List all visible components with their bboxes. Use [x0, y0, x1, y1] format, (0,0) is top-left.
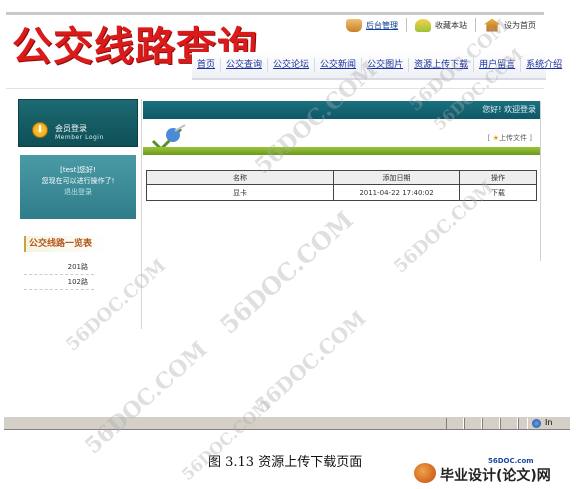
divider: [6, 88, 544, 89]
status-cell: [518, 418, 528, 429]
logout-link[interactable]: 退出登录: [20, 187, 136, 198]
column-date: 添加日期: [333, 170, 460, 185]
watermark: 56DOC.COM: [178, 394, 275, 485]
table-row: 显卡 2011-04-22 17:40:02 下载: [146, 184, 537, 201]
member-login-header: 会员登录 Member Login: [18, 99, 138, 147]
file-date: 2011-04-22 17:40:02: [333, 184, 460, 201]
greeting-text: 您好! 欢迎登录: [482, 105, 536, 114]
brand-logo: 56DOC.com 毕业设计(论文)网: [412, 457, 572, 485]
nav-item-bus-query[interactable]: 公交查询: [221, 58, 269, 72]
globe-icon: [532, 419, 541, 428]
sidebar: 会员登录 Member Login [test]您好! 您现在可以进行操作了! …: [18, 99, 138, 249]
route-item[interactable]: 102路: [24, 275, 94, 290]
bookmark-link-label: 收藏本站: [435, 20, 467, 30]
brand-emblem-icon: [414, 463, 436, 483]
column-action: 操作: [459, 170, 537, 185]
watermark: 56DOC.COM: [250, 305, 371, 418]
status-cell: [482, 418, 500, 429]
home-icon: [484, 18, 500, 32]
table-header-row: 名称 添加日期 操作: [146, 170, 537, 185]
status-cell: [500, 418, 518, 429]
green-divider: [143, 147, 540, 155]
favorite-icon: [415, 18, 431, 32]
column-divider: [141, 99, 142, 329]
watermark: 56DOC.COM: [214, 205, 359, 340]
status-cell: [446, 418, 464, 429]
login-status-panel: [test]您好! 您现在可以进行操作了! 退出登录: [20, 155, 136, 219]
upload-file-link[interactable]: [ ★上传文件 ]: [488, 133, 532, 143]
divider: [406, 18, 407, 32]
power-icon: [32, 122, 48, 138]
zone-text: In: [545, 418, 553, 427]
watermark: 56DOC.COM: [80, 336, 213, 460]
column-name: 名称: [146, 170, 334, 185]
bookmark-link[interactable]: 收藏本站: [415, 18, 467, 32]
login-title: 会员登录: [55, 124, 87, 133]
login-subtitle: Member Login: [55, 134, 104, 141]
admin-link-label: 后台管理: [366, 20, 398, 30]
file-name: 显卡: [146, 184, 334, 201]
phone-icon: [346, 18, 362, 32]
figure-caption: 图 3.13 资源上传下载页面: [208, 455, 363, 470]
routes-heading: 公交线路一览表: [24, 236, 108, 252]
set-homepage-link[interactable]: 设为首页: [484, 18, 536, 32]
main-nav: 首页 公交查询 公交论坛 公交新闻 公交图片 资源上传下载 用户留言 系统介绍: [192, 52, 562, 80]
utility-links: 后台管理 收藏本站 设为首页: [346, 14, 546, 36]
content-border: [540, 101, 541, 261]
nav-item-home[interactable]: 首页: [192, 58, 222, 72]
nav-item-messages[interactable]: 用户留言: [474, 58, 522, 72]
nav-item-about[interactable]: 系统介绍: [521, 58, 567, 72]
nav-item-images[interactable]: 公交图片: [362, 58, 410, 72]
welcome-message: 您现在可以进行操作了!: [41, 177, 115, 185]
upload-file-label: 上传文件: [499, 134, 528, 142]
divider: [475, 18, 476, 32]
brand-url: 56DOC.com: [488, 457, 534, 465]
set-homepage-label: 设为首页: [504, 20, 536, 30]
resources-table: 名称 添加日期 操作 显卡 2011-04-22 17:40:02 下载: [146, 170, 537, 201]
browser-statusbar: In: [4, 416, 570, 430]
route-item[interactable]: 201路: [24, 260, 94, 275]
nav-item-news[interactable]: 公交新闻: [315, 58, 363, 72]
download-link[interactable]: 下载: [459, 184, 537, 201]
welcome-user: [test]您好!: [60, 166, 96, 174]
brand-name: 毕业设计(论文)网: [440, 468, 551, 484]
routes-list: 201路 102路: [24, 260, 94, 290]
greeting-bar: 您好! 欢迎登录: [143, 101, 540, 119]
admin-link[interactable]: 后台管理: [346, 18, 398, 32]
nav-item-forum[interactable]: 公交论坛: [268, 58, 316, 72]
nav-item-resources[interactable]: 资源上传下载: [409, 58, 475, 72]
status-cell: [464, 418, 482, 429]
